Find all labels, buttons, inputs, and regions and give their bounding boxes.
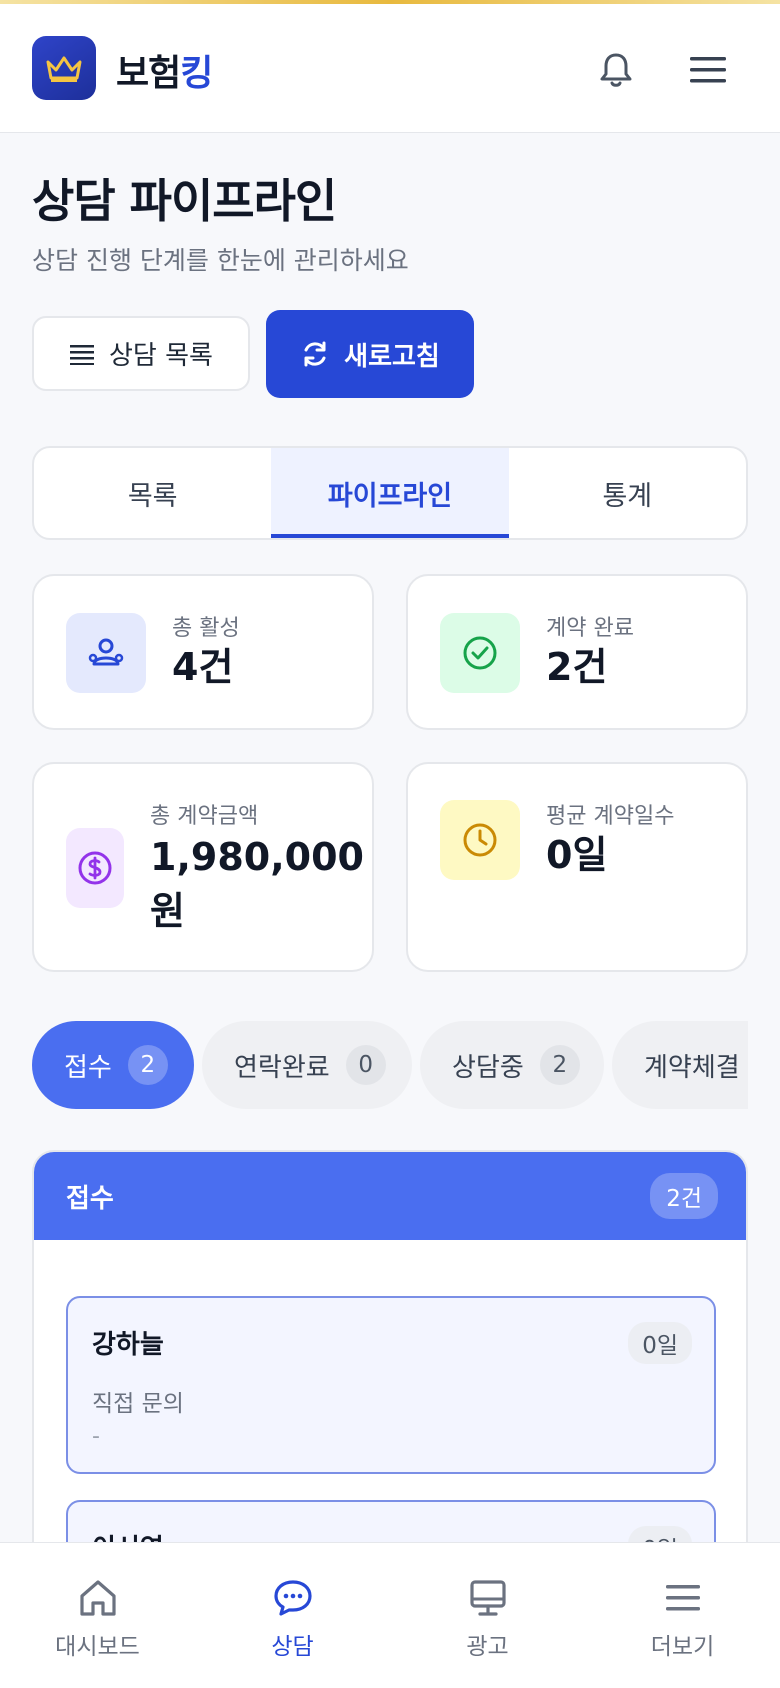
stage-chip-count: 0	[345, 1045, 386, 1085]
stat-active-value: 4건	[172, 645, 234, 689]
brand-name: 보험킹	[116, 44, 213, 96]
nav-label: 상담	[271, 1634, 314, 1660]
stage-chip-contracted[interactable]: 계약체결	[612, 1021, 748, 1109]
list-icon	[70, 344, 95, 365]
nav-consult[interactable]: 상담	[195, 1543, 390, 1688]
nav-more[interactable]: 더보기	[585, 1543, 780, 1688]
stat-avg-days-value: 0일	[546, 833, 608, 877]
nav-label: 대시보드	[55, 1634, 140, 1660]
refresh-label: 새로고침	[344, 341, 440, 372]
stage-chip-in-progress[interactable]: 상담중 2	[420, 1021, 604, 1109]
stage-chip-label: 접수	[64, 1052, 112, 1083]
nav-dashboard[interactable]: 대시보드	[0, 1543, 195, 1688]
stat-icon-box	[440, 800, 520, 880]
notification-button[interactable]	[594, 48, 638, 92]
column-title: 접수	[66, 1183, 114, 1214]
card-source: 직접 문의	[92, 1391, 184, 1417]
page-subtitle: 상담 진행 단계를 한눈에 관리하세요	[32, 246, 409, 275]
menu-button[interactable]	[686, 48, 730, 92]
bottom-nav: 대시보드 상담 광고 더보기	[0, 1542, 780, 1688]
stat-amount-unit: 원	[150, 889, 185, 933]
tab-list[interactable]: 목록	[34, 448, 271, 538]
view-tabs: 목록 파이프라인 통계	[32, 446, 748, 540]
stat-amount-value: 1,980,000	[150, 835, 364, 879]
chat-icon	[273, 1580, 312, 1616]
stage-chip-label: 계약체결	[644, 1052, 740, 1083]
monitor-icon	[469, 1580, 506, 1616]
card-customer-name: 강하늘	[92, 1330, 164, 1360]
refresh-icon	[304, 341, 326, 367]
app-header: 보험킹	[0, 4, 780, 133]
bell-icon	[600, 53, 632, 87]
consult-list-label: 상담 목록	[109, 341, 213, 371]
stat-icon-box	[66, 828, 124, 908]
home-icon	[79, 1580, 116, 1616]
stat-icon-box	[440, 613, 520, 693]
nav-label: 더보기	[650, 1634, 715, 1660]
clock-icon	[463, 823, 497, 857]
tab-pipeline[interactable]: 파이프라인	[271, 448, 509, 538]
column-count-badge: 2건	[650, 1173, 718, 1219]
card-days-badge: 0일	[628, 1322, 692, 1364]
pipeline-column: 접수 2건 강하늘 0일 직접 문의 - 이서연 0일	[32, 1150, 748, 1570]
column-header: 접수 2건	[34, 1152, 746, 1240]
card-note: -	[92, 1424, 100, 1449]
stat-icon-box	[66, 613, 146, 693]
check-circle-icon	[463, 636, 497, 670]
tab-stats[interactable]: 통계	[509, 448, 746, 538]
stage-chip-label: 연락완료	[234, 1052, 330, 1083]
menu-icon	[665, 1585, 700, 1611]
stage-filter-bar: 접수 2 연락완료 0 상담중 2 계약체결	[32, 1021, 748, 1109]
stat-card-done: 계약 완료 2건	[406, 574, 748, 730]
brand-part-1: 보험	[116, 53, 181, 94]
crown-icon	[46, 56, 82, 82]
stat-card-avg-days: 평균 계약일수 0일	[406, 762, 748, 972]
stage-chip-contacted[interactable]: 연락완료 0	[202, 1021, 412, 1109]
consult-card[interactable]: 강하늘 0일 직접 문의 -	[66, 1296, 716, 1474]
stage-chip-count: 2	[539, 1045, 580, 1085]
stat-active-label: 총 활성	[172, 616, 240, 641]
stat-avg-days-label: 평균 계약일수	[546, 804, 675, 829]
stat-amount-label: 총 계약금액	[150, 804, 259, 829]
stage-chip-label: 상담중	[452, 1052, 524, 1083]
stat-done-label: 계약 완료	[546, 616, 634, 641]
brand-part-2: 킹	[180, 53, 213, 94]
stage-chip-received[interactable]: 접수 2	[32, 1021, 194, 1109]
logo[interactable]	[32, 36, 96, 100]
dollar-icon	[78, 851, 112, 885]
nav-label: 광고	[466, 1634, 509, 1660]
refresh-button[interactable]: 새로고침	[266, 310, 474, 398]
hamburger-icon	[690, 57, 726, 83]
nav-ads[interactable]: 광고	[390, 1543, 585, 1688]
stat-card-amount: 총 계약금액 1,980,000 원	[32, 762, 374, 972]
page-title: 상담 파이프라인	[32, 174, 337, 228]
stage-chip-count: 2	[127, 1045, 168, 1085]
consult-list-button[interactable]: 상담 목록	[32, 316, 250, 391]
stat-done-value: 2건	[546, 645, 608, 689]
stat-card-active: 총 활성 4건	[32, 574, 374, 730]
users-icon	[88, 638, 124, 666]
